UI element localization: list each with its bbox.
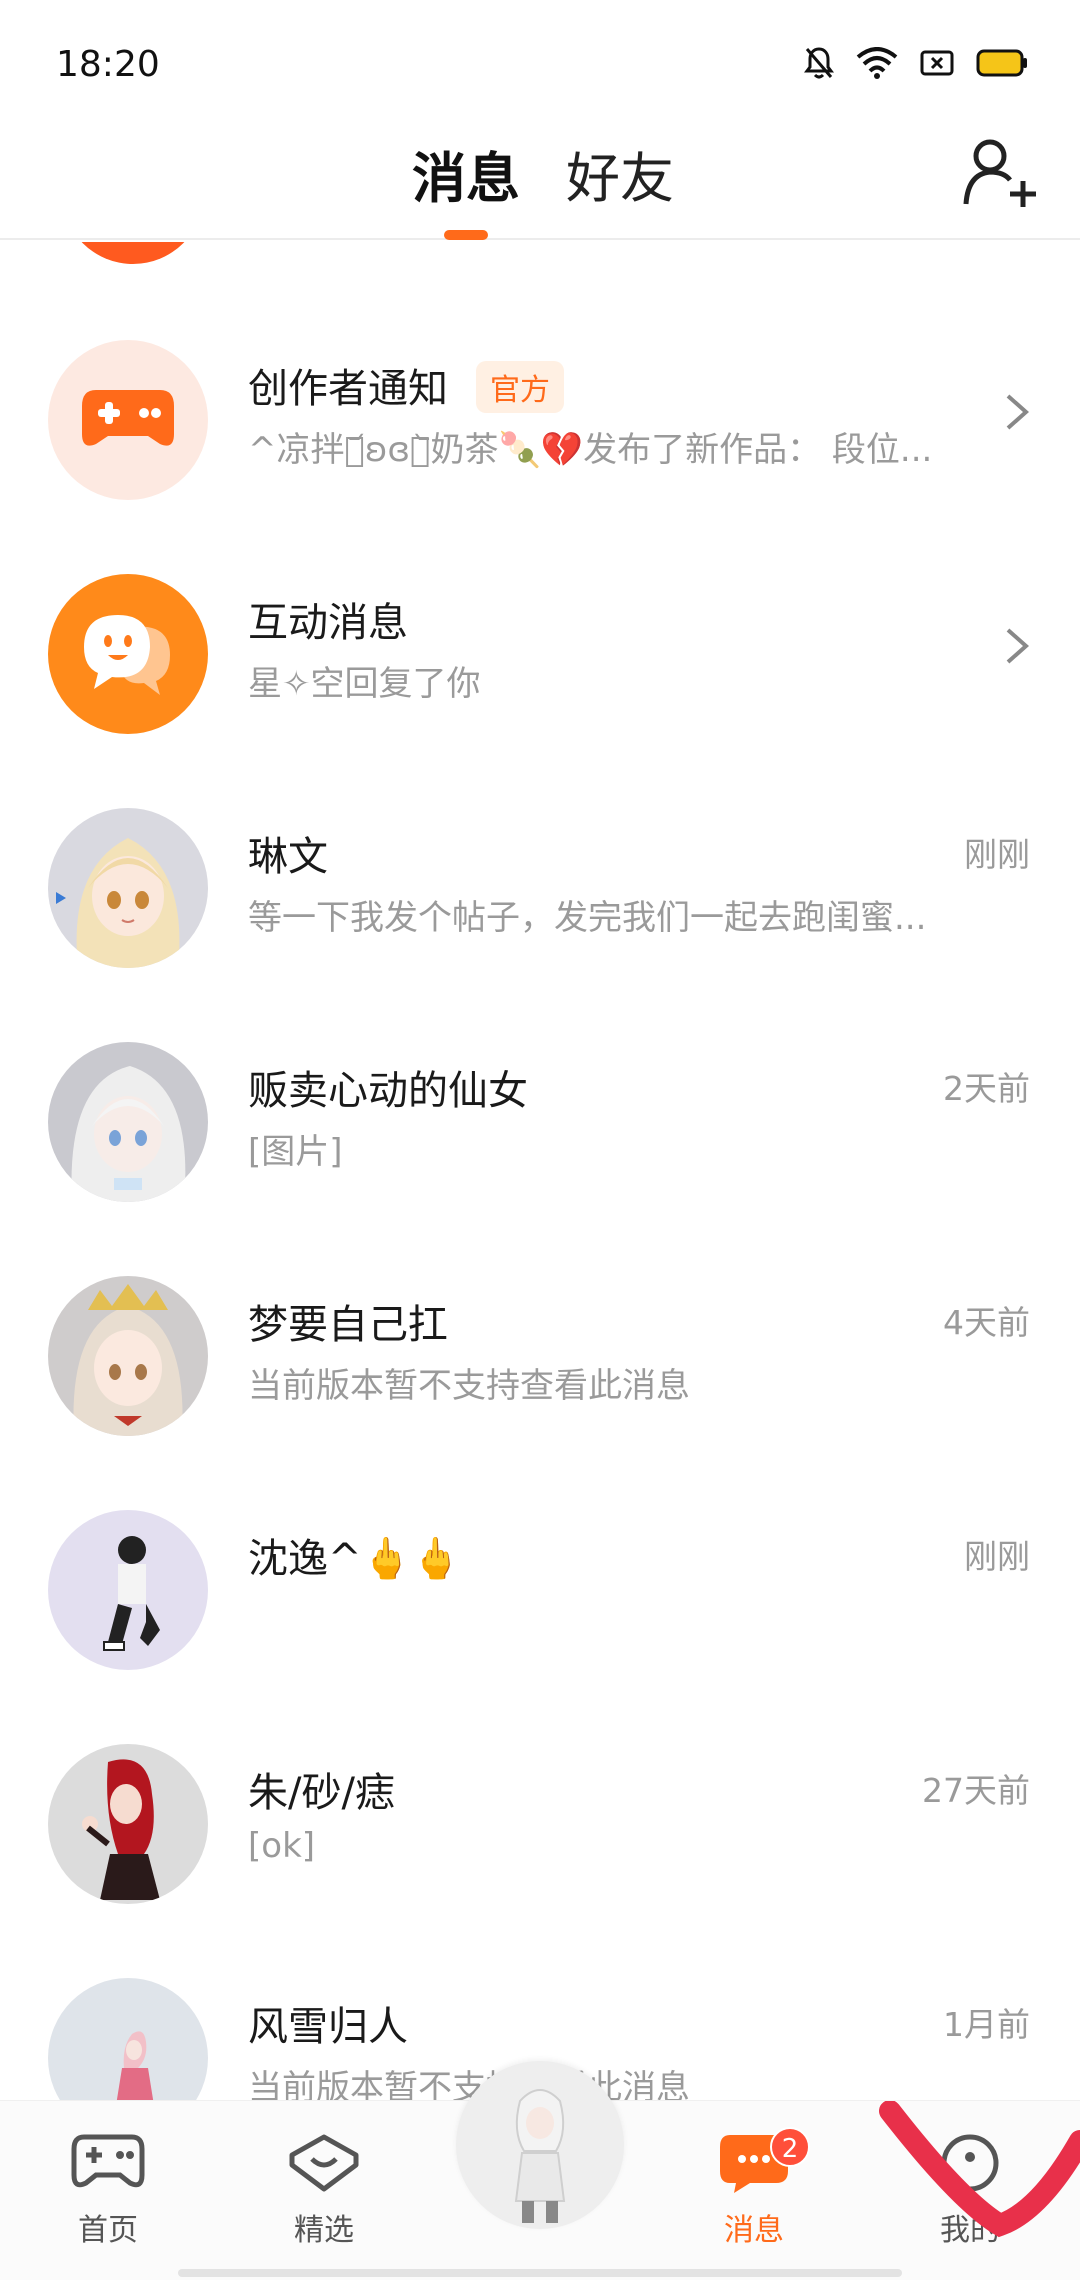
row-subtitle: ^凉拌꒰᷄ʚɞ꒱᷅奶茶🍡💔发布了新作品： 段位...	[248, 430, 933, 470]
list-item-conversation[interactable]: 梦要自己扛 当前版本暂不支持查看此消息 4天前	[0, 1226, 1080, 1460]
anime-girl-crown-avatar	[73, 1284, 183, 1436]
add-person-icon[interactable]	[960, 132, 1040, 212]
avatar-center-icon	[514, 2089, 566, 2223]
gamepad-icon	[82, 390, 174, 446]
status-icons	[804, 46, 1028, 80]
row-subtitle: 当前版本暂不支持查看此消息	[248, 2068, 690, 2100]
profile-icon	[941, 2134, 999, 2192]
tab-friends[interactable]: 好友	[566, 134, 674, 213]
gamepad-icon	[71, 2134, 145, 2188]
row-title: 梦要自己扛	[248, 1302, 448, 1348]
list-item-conversation[interactable]: 贩卖心动的仙女 [图片] 2天前	[0, 992, 1080, 1226]
conversation-list[interactable]: 创作者通知 官方 ^凉拌꒰᷄ʚɞ꒱᷅奶茶🍡💔发布了新作品： 段位... 互动消息 …	[0, 242, 1080, 2100]
list-item-conversation[interactable]: 琳文 等一下我发个帖子，发完我们一起去跑闺蜜... 刚刚	[0, 758, 1080, 992]
status-time: 18:20	[56, 44, 160, 85]
row-subtitle: 星✧空回复了你	[248, 664, 481, 704]
list-item-interaction[interactable]: 互动消息 星✧空回复了你	[0, 524, 1080, 758]
nav-featured[interactable]: 精选	[254, 2131, 394, 2249]
row-title: 琳文	[248, 834, 328, 880]
nav-home[interactable]: 首页	[38, 2131, 178, 2249]
active-tab-indicator	[444, 230, 488, 240]
anime-girl-white-avatar	[71, 1066, 186, 1202]
list-item-conversation[interactable]: 朱/砂/痣 [ok] 27天前	[0, 1694, 1080, 1928]
row-time: 2天前	[943, 1069, 1030, 1108]
creator-notice-title: 创作者通知	[248, 366, 448, 412]
nav-featured-label: 精选	[294, 2213, 354, 2248]
header: 消息 好友	[0, 120, 1080, 240]
mute-bell-icon	[804, 47, 834, 79]
nav-center-avatar[interactable]	[456, 2061, 624, 2229]
nav-home-label: 首页	[78, 2213, 138, 2248]
list-item-creator-notice[interactable]: 创作者通知 官方 ^凉拌꒰᷄ʚɞ꒱᷅奶茶🍡💔发布了新作品： 段位...	[0, 290, 1080, 524]
bottom-nav: 首页 精选 消息 2 我的	[0, 2061, 1080, 2280]
row-subtitle: 当前版本暂不支持查看此消息	[248, 1366, 690, 1406]
interaction-avatar	[48, 574, 208, 734]
row-subtitle: [ok]	[248, 1826, 316, 1866]
chevron-right-icon	[1006, 394, 1030, 430]
row-title: 风雪归人	[248, 2004, 408, 2050]
no-sim-icon	[920, 50, 954, 76]
nav-profile-label: 我的	[940, 2213, 1000, 2248]
list-item-conversation[interactable]: 沈逸^🖕🖕 刚刚	[0, 1460, 1080, 1694]
gesture-bar	[178, 2269, 902, 2277]
nav-profile[interactable]: 我的	[900, 2131, 1040, 2249]
user-avatar	[48, 1276, 208, 1436]
partial-avatar	[62, 242, 204, 264]
anime-girl-blonde-avatar	[56, 838, 180, 968]
row-time: 刚刚	[964, 835, 1030, 874]
chevron-right-icon	[1006, 628, 1030, 664]
row-time: 1月前	[943, 2005, 1030, 2044]
wifi-icon	[856, 47, 898, 79]
row-title: 沈逸^🖕🖕	[248, 1536, 462, 1582]
row-subtitle: [图片]	[248, 1132, 343, 1172]
row-time: 27天前	[922, 1771, 1030, 1810]
anime-girl-red-avatar	[82, 1759, 160, 1900]
row-title: 贩卖心动的仙女	[248, 1068, 528, 1114]
row-title: 创作者通知 官方	[248, 356, 564, 417]
anime-girl-pink-avatar	[116, 2031, 154, 2100]
user-avatar	[48, 1510, 208, 1670]
official-badge: 官方	[476, 361, 564, 413]
anime-boy-sitting-avatar	[103, 1536, 160, 1651]
user-avatar	[48, 1978, 208, 2100]
row-title: 朱/砂/痣	[248, 1770, 395, 1816]
battery-icon	[976, 49, 1027, 77]
chat-face-icon	[84, 615, 170, 695]
user-avatar	[48, 1744, 208, 1904]
row-subtitle: 等一下我发个帖子，发完我们一起去跑闺蜜...	[248, 898, 927, 938]
heart-chat-icon	[289, 2134, 359, 2192]
user-avatar	[48, 1042, 208, 1202]
nav-messages-label: 消息	[724, 2213, 784, 2248]
row-time: 刚刚	[964, 1537, 1030, 1576]
status-bar: 18:20	[0, 0, 1080, 120]
user-avatar	[48, 808, 208, 968]
row-time: 4天前	[943, 1303, 1030, 1342]
row-title: 互动消息	[248, 600, 408, 646]
creator-notice-avatar	[48, 340, 208, 500]
tab-messages[interactable]: 消息	[412, 134, 520, 213]
unread-count-badge: 2	[770, 2127, 810, 2167]
